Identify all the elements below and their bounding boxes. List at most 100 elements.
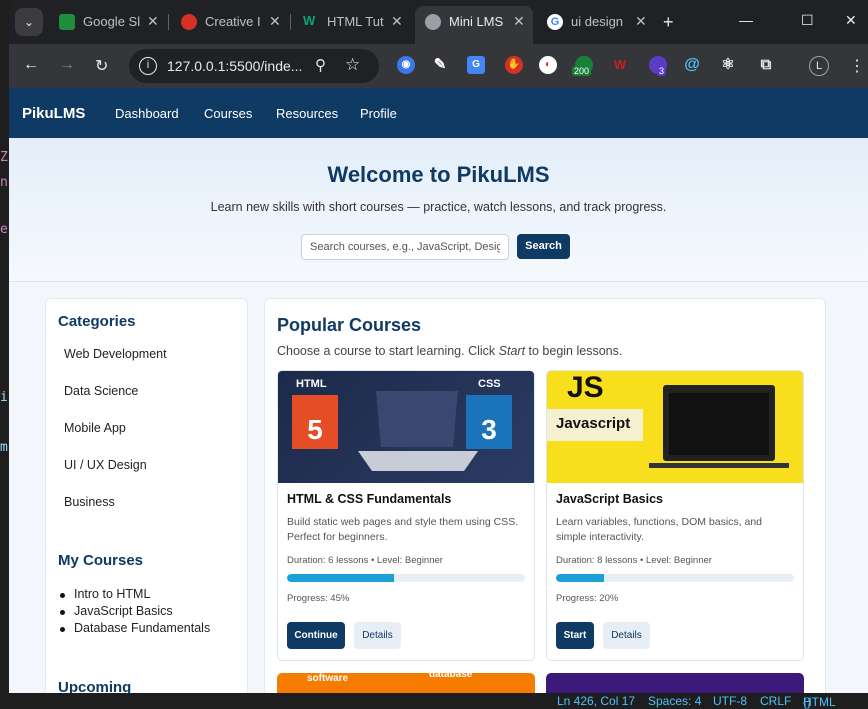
start-button[interactable]: Start: [556, 622, 594, 649]
subtitle-text: Choose a course to start learning. Click: [277, 344, 499, 358]
my-course-item[interactable]: Database Fundamentals: [59, 621, 210, 635]
course-card: JS Javascript JavaScript Basics Learn va…: [546, 370, 804, 661]
eyedropper-extension-icon[interactable]: ✎: [431, 56, 449, 74]
new-tab-plus-icon[interactable]: +: [663, 12, 674, 33]
maximize-icon[interactable]: ☐: [801, 12, 814, 29]
details-button[interactable]: Details: [354, 622, 401, 649]
category-ui-ux-design[interactable]: UI / UX Design: [64, 458, 147, 472]
course-meta: Duration: 8 lessons • Level: Beginner: [556, 555, 712, 566]
course-card: 5 3 HTML CSS HTML & CSS Fundamentals Bui…: [277, 370, 535, 661]
google-icon: G: [547, 14, 563, 30]
popular-courses-panel: Popular Courses Choose a course to start…: [264, 298, 826, 693]
tab-mini-lms[interactable]: Mini LMS ✕: [415, 6, 533, 44]
indent-setting[interactable]: Spaces: 4: [648, 694, 701, 708]
eol-setting[interactable]: CRLF: [760, 694, 791, 708]
editor-status-bar: Ln 426, Col 17 Spaces: 4 UTF-8 CRLF {} H…: [0, 693, 868, 709]
progress-text: Progress: 20%: [556, 593, 619, 604]
extension-badge: 200: [572, 66, 592, 76]
monitor-base: [649, 463, 789, 468]
editor-gutter-glyph: e: [0, 222, 8, 237]
at-extension-icon[interactable]: @: [683, 56, 701, 74]
forward-arrow-icon[interactable]: →: [59, 56, 75, 74]
w-extension-icon[interactable]: W: [611, 56, 629, 74]
close-icon[interactable]: ✕: [513, 13, 525, 30]
editor-gutter-glyph: Z: [0, 150, 8, 165]
language-label: HTML: [803, 695, 836, 709]
category-mobile-app[interactable]: Mobile App: [64, 421, 126, 435]
my-courses-heading: My Courses: [58, 552, 144, 569]
close-icon[interactable]: ✕: [635, 13, 647, 30]
minimize-icon[interactable]: —: [739, 12, 753, 28]
encoding-setting[interactable]: UTF-8: [713, 694, 747, 708]
menu-dots-icon[interactable]: ⋮: [849, 56, 865, 76]
laptop-base: [358, 451, 478, 471]
tab-title: HTML Tut: [327, 14, 384, 29]
window-close-icon[interactable]: ✕: [845, 12, 857, 29]
tab-divider: [168, 14, 169, 30]
editor-gutter-glyph: i: [0, 390, 8, 405]
back-arrow-icon[interactable]: ←: [23, 56, 39, 74]
editor-gutter-glyph: n: [0, 175, 8, 190]
section-title: Popular Courses: [277, 315, 422, 335]
address-bar[interactable]: i 127.0.0.1:5500/inde... ⚲ ☆: [129, 49, 379, 83]
progress-fill: [287, 574, 395, 582]
section-subtitle: Choose a course to start learning. Click…: [277, 344, 622, 358]
close-icon[interactable]: ✕: [147, 13, 159, 30]
category-business[interactable]: Business: [64, 495, 115, 509]
profile-avatar[interactable]: L: [809, 56, 829, 76]
continue-button[interactable]: Continue: [287, 622, 345, 649]
course-meta: Duration: 6 lessons • Level: Beginner: [287, 555, 443, 566]
search-button[interactable]: Search: [517, 234, 570, 259]
thumbnail-label: database: [429, 673, 473, 680]
svg-text:3: 3: [481, 414, 497, 445]
tab-title: ui design: [571, 14, 624, 29]
react-extension-icon[interactable]: ⚛: [719, 56, 737, 74]
extensions-puzzle-icon[interactable]: ⧉: [757, 56, 775, 74]
tab-ui-design[interactable]: G ui design ✕: [537, 6, 655, 38]
nav-link-dashboard[interactable]: Dashboard: [115, 106, 179, 121]
my-course-item[interactable]: JavaScript Basics: [60, 604, 173, 618]
zoom-icon[interactable]: ⚲: [315, 56, 326, 74]
nav-link-profile[interactable]: Profile: [360, 106, 397, 121]
nav-link-resources[interactable]: Resources: [276, 106, 338, 121]
details-button[interactable]: Details: [603, 622, 650, 649]
extension-icon[interactable]: ◉: [397, 56, 415, 74]
course-title: HTML & CSS Fundamentals: [287, 492, 452, 506]
google-slides-icon: [59, 14, 75, 30]
creative-icon: [181, 14, 197, 30]
bookmark-star-icon[interactable]: ☆: [345, 55, 360, 75]
site-info-icon[interactable]: i: [139, 57, 157, 75]
url-text[interactable]: 127.0.0.1:5500/inde...: [167, 58, 302, 74]
code-area: [669, 393, 769, 455]
progress-fill: [556, 574, 604, 582]
tab-search-chevron-icon[interactable]: ⌄: [15, 8, 43, 36]
course-description: Learn variables, functions, DOM basics, …: [556, 516, 763, 543]
svg-text:5: 5: [307, 414, 323, 445]
nav-link-courses[interactable]: Courses: [204, 106, 252, 121]
tab-strip: ⌄ Google Sl ✕ Creative I ✕ W HTML Tut ✕ …: [9, 0, 868, 44]
tab-google-slides[interactable]: Google Sl ✕: [49, 6, 169, 38]
category-web-development[interactable]: Web Development: [64, 347, 167, 361]
translate-extension-icon[interactable]: G: [467, 56, 485, 74]
hero-section: Welcome to PikuLMS Learn new skills with…: [9, 138, 868, 282]
close-icon[interactable]: ✕: [391, 13, 403, 30]
close-icon[interactable]: ✕: [269, 13, 281, 30]
tab-html-tutorial[interactable]: W HTML Tut ✕: [293, 6, 411, 38]
my-course-item[interactable]: Intro to HTML: [59, 587, 150, 601]
reload-icon[interactable]: ↻: [95, 56, 108, 76]
tab-creative[interactable]: Creative I ✕: [171, 6, 291, 38]
site-brand[interactable]: PikuLMS: [22, 105, 85, 122]
thumbnail-label: JS: [567, 371, 604, 404]
site-navbar: PikuLMS Dashboard Courses Resources Prof…: [9, 88, 868, 138]
thumbnail-label: Javascript: [556, 415, 631, 432]
course-description: Build static web pages and style them us…: [287, 516, 519, 543]
course-title: JavaScript Basics: [556, 492, 664, 506]
browser-toolbar: ← → ↻ i 127.0.0.1:5500/inde... ⚲ ☆ ◉ ✎ G…: [9, 44, 868, 88]
progress-bar: [556, 574, 794, 582]
category-data-science[interactable]: Data Science: [64, 384, 138, 398]
pokeball-extension-icon[interactable]: ◐: [539, 56, 557, 74]
editor-gutter-glyph: m: [0, 440, 8, 455]
cursor-position[interactable]: Ln 426, Col 17: [557, 694, 635, 708]
course-search-input[interactable]: [301, 234, 509, 260]
adblock-extension-icon[interactable]: ✋: [505, 56, 523, 74]
